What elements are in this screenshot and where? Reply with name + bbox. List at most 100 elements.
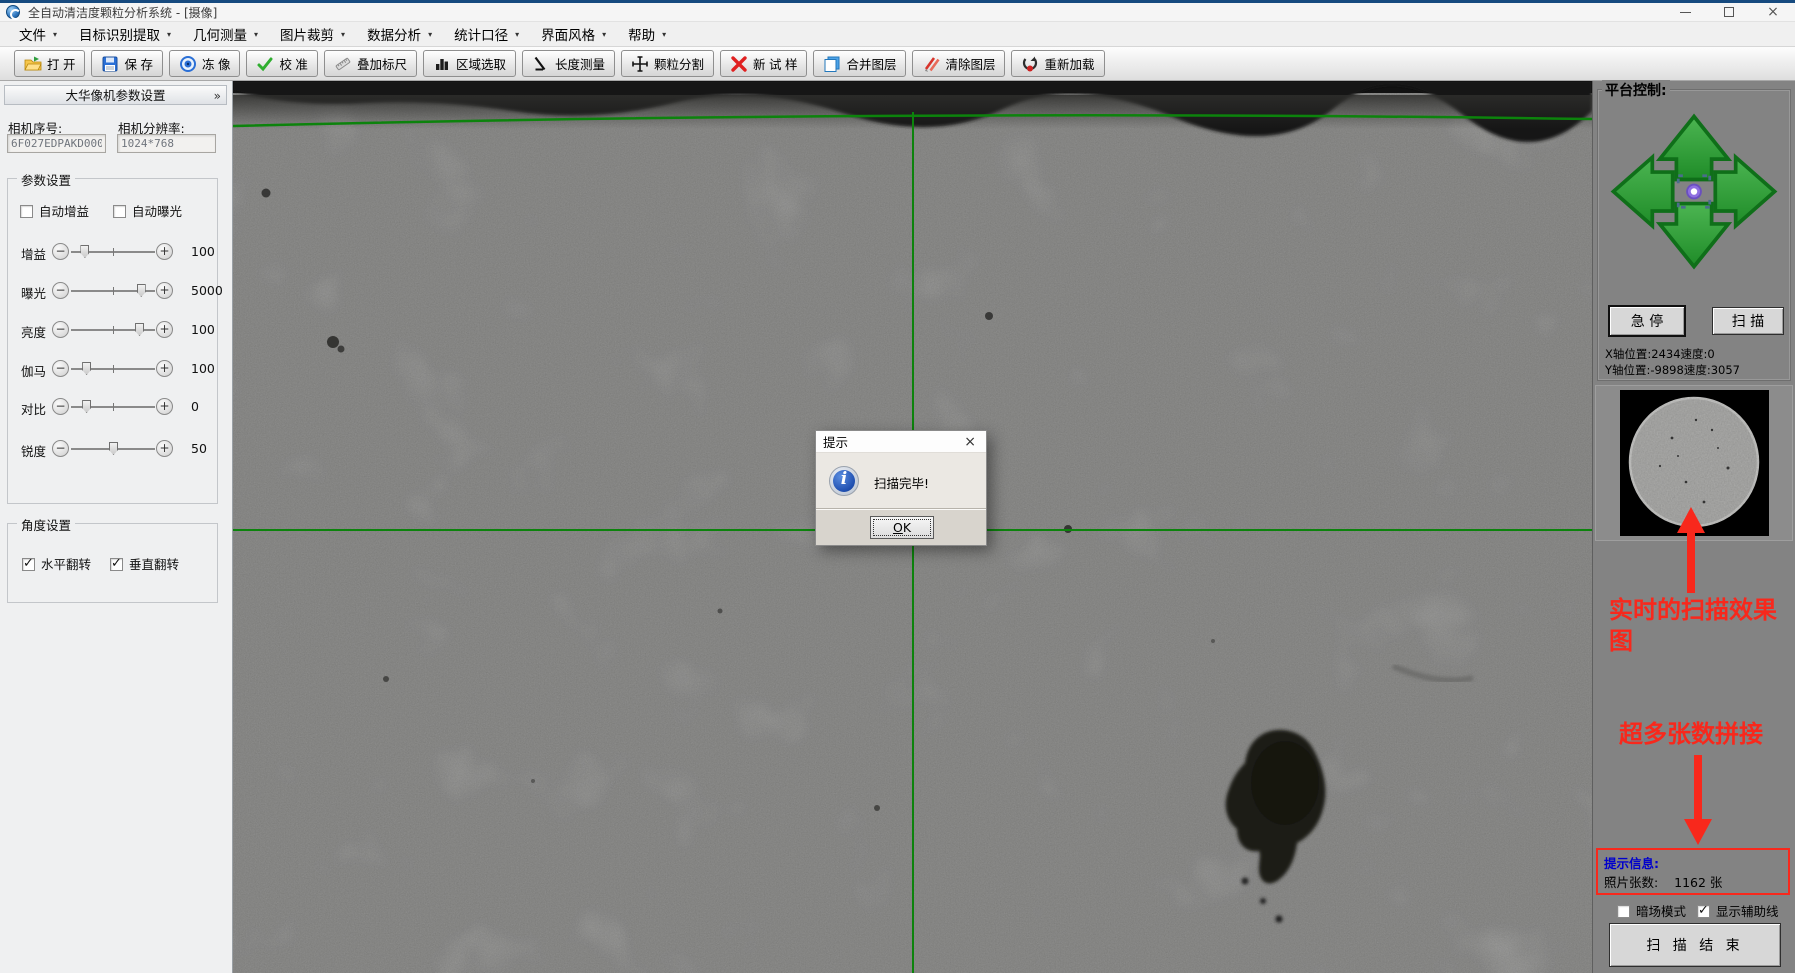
red-x-icon <box>730 55 748 73</box>
scan-button[interactable]: 扫 描 <box>1712 307 1784 335</box>
slider-label: 增益 <box>21 244 46 263</box>
checkbox-box[interactable] <box>22 558 35 571</box>
camera-resolution-field[interactable] <box>117 134 216 153</box>
calibrate-button[interactable]: 校 准 <box>246 50 317 77</box>
merge-layers-icon <box>823 55 841 73</box>
slider-thumb[interactable] <box>137 284 146 297</box>
chevron-down-icon: ▾ <box>515 30 519 39</box>
slider-decrease-button[interactable]: − <box>52 282 69 299</box>
slider-label: 锐度 <box>21 441 46 460</box>
emergency-stop-button[interactable]: 急 停 <box>1608 305 1686 337</box>
flip-horizontal-checkbox[interactable]: 水平翻转 <box>22 554 91 573</box>
slider-thumb[interactable] <box>80 245 89 258</box>
app-icon <box>6 5 20 19</box>
clear-layers-button[interactable]: 清除图层 <box>912 50 1005 77</box>
annotation-arrow-shaft <box>1694 755 1702 819</box>
slider-decrease-button[interactable]: − <box>52 321 69 338</box>
menu-file[interactable]: 文件▾ <box>8 22 68 46</box>
menu-help[interactable]: 帮助▾ <box>617 22 677 46</box>
slider-decrease-button[interactable]: − <box>52 243 69 260</box>
slider-track[interactable] <box>71 290 155 292</box>
dialog-title-bar[interactable]: 提示 × <box>816 431 986 453</box>
slider-decrease-button[interactable]: − <box>52 360 69 377</box>
reload-button[interactable]: 重新加载 <box>1011 50 1104 77</box>
collapse-panel-icon[interactable]: » <box>214 86 221 106</box>
restore-button[interactable] <box>1707 3 1751 22</box>
arrow-down-button[interactable] <box>1660 204 1729 267</box>
chevron-down-icon: ▾ <box>167 30 171 39</box>
platform-control-panel: 平台控制: 急 停 扫 描 X轴位置:2434速度:0 Y轴位置:-9898速度… <box>1592 81 1795 973</box>
calibrate-check-icon <box>256 55 274 73</box>
slider-increase-button[interactable]: + <box>156 360 173 377</box>
freeze-button[interactable]: 冻 像 <box>169 50 240 77</box>
slider-thumb[interactable] <box>135 323 144 336</box>
slider-increase-button[interactable]: + <box>156 398 173 415</box>
slider-value: 100 <box>191 322 215 337</box>
checkbox-box[interactable] <box>1617 905 1630 918</box>
checkbox-box[interactable] <box>20 205 33 218</box>
info-label: 提示信息: <box>1604 853 1659 872</box>
scan-end-button[interactable]: 扫 描 结 束 <box>1609 923 1781 967</box>
title-bar[interactable]: 全自动清洁度颗粒分析系统 - [摄像] × <box>0 3 1795 22</box>
camera-settings-panel: 大华像机参数设置 » 相机序号: 相机分辨率: 参数设置 自动增益 自动曝光 增… <box>0 81 233 973</box>
slider-increase-button[interactable]: + <box>156 243 173 260</box>
arrow-left-button[interactable] <box>1613 157 1672 226</box>
dark-field-checkbox[interactable]: 暗场模式 <box>1617 901 1686 920</box>
merge-layers-button[interactable]: 合并图层 <box>813 50 906 77</box>
chevron-down-icon: ▾ <box>428 30 432 39</box>
slider-track[interactable] <box>71 368 155 370</box>
ok-button[interactable]: OK <box>870 516 934 539</box>
slider-row-contrast: 对比 − + 0 <box>8 396 219 418</box>
menu-image-crop[interactable]: 图片裁剪▾ <box>269 22 356 46</box>
checkbox-box[interactable] <box>113 205 126 218</box>
camera-serial-field[interactable] <box>7 134 106 153</box>
slider-thumb[interactable] <box>109 442 118 455</box>
save-button[interactable]: 保 存 <box>91 50 162 77</box>
close-icon: × <box>1767 5 1779 19</box>
dialog-close-button[interactable]: × <box>961 434 979 450</box>
auto-exposure-checkbox[interactable]: 自动曝光 <box>113 201 182 220</box>
annotation-arrow-up-icon <box>1677 507 1705 533</box>
slider-thumb[interactable] <box>82 400 91 413</box>
platform-arrows <box>1606 108 1782 276</box>
arrow-right-button[interactable] <box>1715 157 1774 226</box>
live-scan-annotation: 实时的扫描效果图 <box>1609 595 1791 657</box>
slider-track[interactable] <box>71 448 155 450</box>
checkbox-box[interactable] <box>1697 905 1710 918</box>
new-sample-button[interactable]: 新 试 样 <box>720 50 807 77</box>
particle-split-button[interactable]: 颗粒分割 <box>621 50 714 77</box>
slider-track[interactable] <box>71 251 155 253</box>
window-title: 全自动清洁度颗粒分析系统 - [摄像] <box>28 4 217 21</box>
auto-gain-checkbox[interactable]: 自动增益 <box>20 201 89 220</box>
menu-data-analysis[interactable]: 数据分析▾ <box>356 22 443 46</box>
slider-track[interactable] <box>71 329 155 331</box>
menu-geometry-measure[interactable]: 几何测量▾ <box>182 22 269 46</box>
minimize-button[interactable] <box>1663 3 1707 22</box>
slider-increase-button[interactable]: + <box>156 282 173 299</box>
length-measure-icon <box>532 55 550 73</box>
slider-thumb[interactable] <box>82 362 91 375</box>
overlay-ruler-button[interactable]: 叠加标尺 <box>324 50 417 77</box>
length-measure-button[interactable]: 长度测量 <box>522 50 615 77</box>
checkbox-box[interactable] <box>110 558 123 571</box>
slider-label: 亮度 <box>21 322 46 341</box>
message-dialog: 提示 × 扫描完毕! OK <box>815 430 987 546</box>
slider-increase-button[interactable]: + <box>156 321 173 338</box>
slider-label: 对比 <box>21 399 46 418</box>
menu-ui-style[interactable]: 界面风格▾ <box>530 22 617 46</box>
menu-target-extract[interactable]: 目标识别提取▾ <box>68 22 182 46</box>
show-guides-checkbox[interactable]: 显示辅助线 <box>1697 901 1779 920</box>
menu-statistic-caliber[interactable]: 统计口径▾ <box>443 22 530 46</box>
close-button[interactable]: × <box>1751 3 1795 22</box>
open-button[interactable]: 打 开 <box>14 50 85 77</box>
slider-decrease-button[interactable]: − <box>52 440 69 457</box>
slider-row-gain: 增益 − + 100 <box>8 241 219 263</box>
slider-track[interactable] <box>71 406 155 408</box>
slider-increase-button[interactable]: + <box>156 440 173 457</box>
arrow-up-button[interactable] <box>1660 117 1729 180</box>
slider-center-tick <box>113 248 114 256</box>
region-select-button[interactable]: 区域选取 <box>423 50 516 77</box>
x-axis-status: X轴位置:2434速度:0 <box>1605 346 1715 362</box>
slider-decrease-button[interactable]: − <box>52 398 69 415</box>
flip-vertical-checkbox[interactable]: 垂直翻转 <box>110 554 179 573</box>
